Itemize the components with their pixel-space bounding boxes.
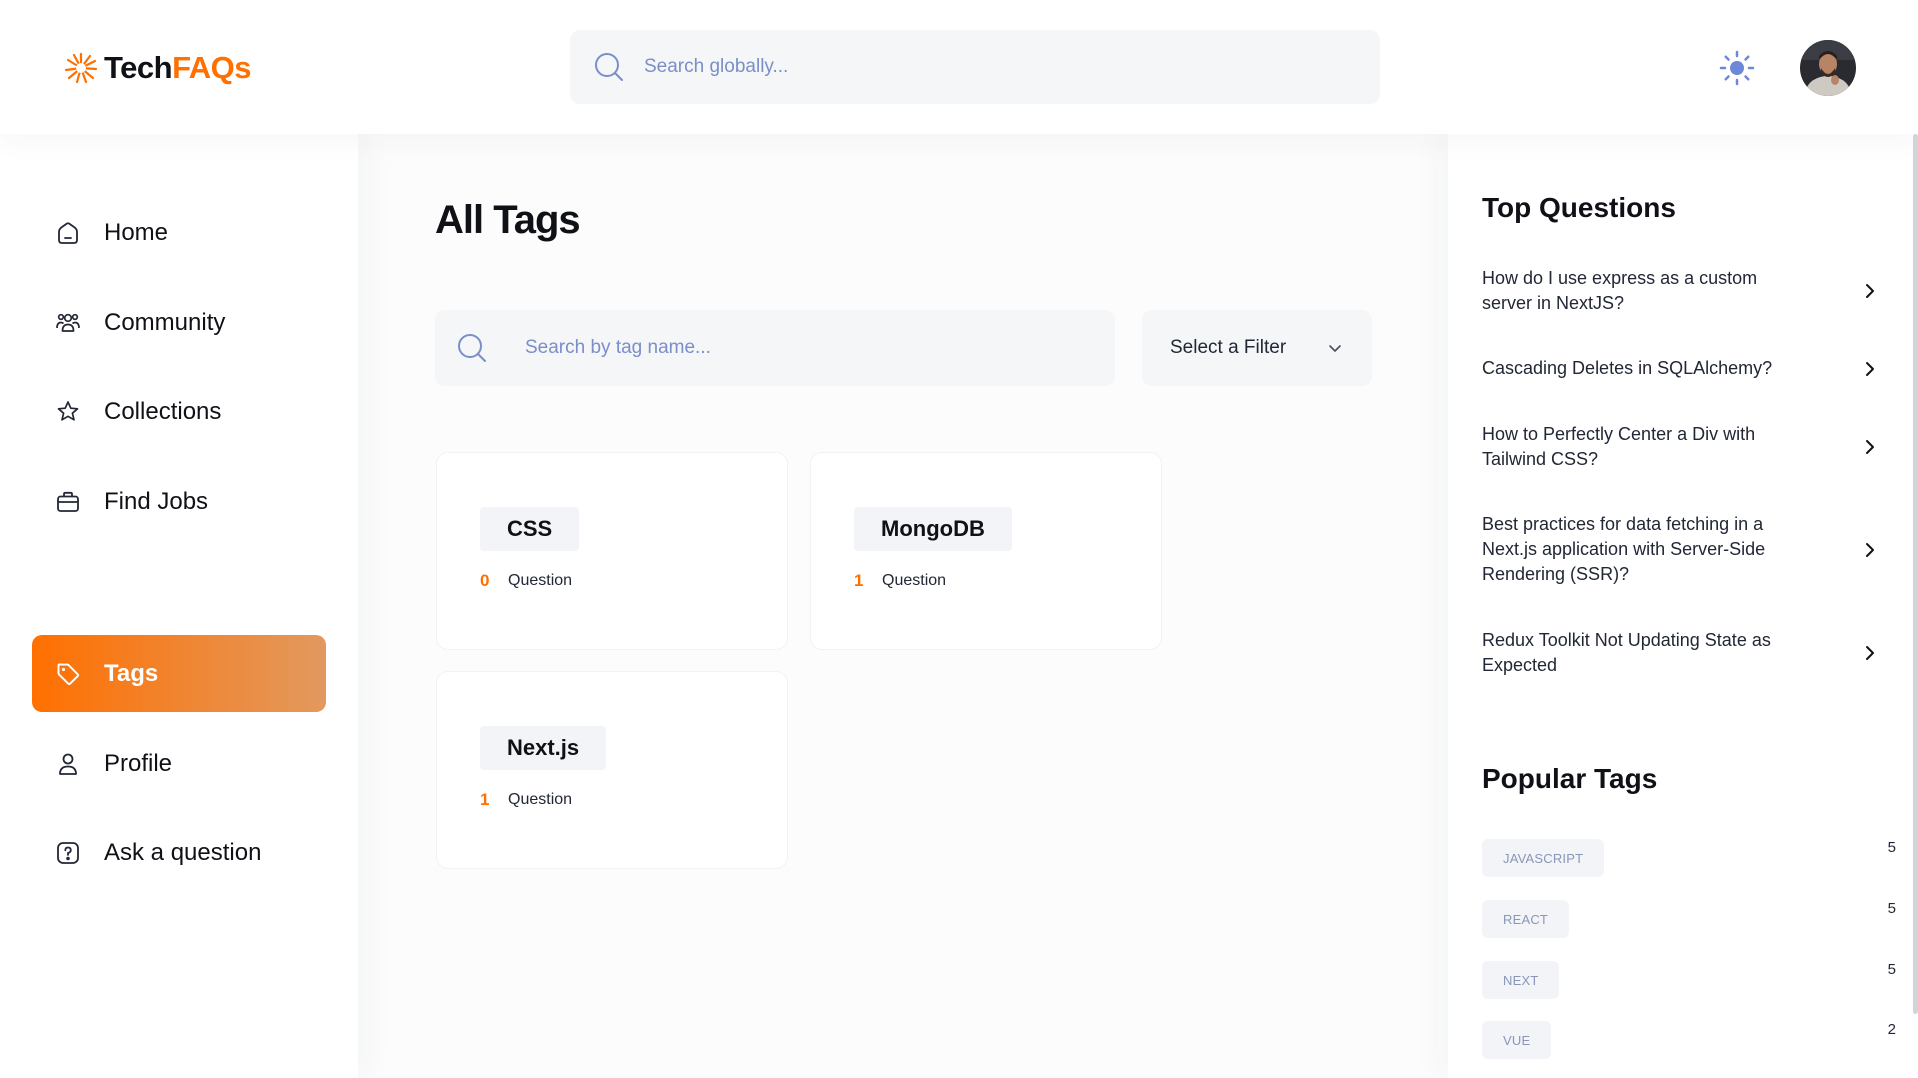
popular-tag[interactable]: NEXT [1482, 961, 1560, 999]
chevron-right-icon [1866, 440, 1874, 454]
chevron-right-icon [1866, 284, 1874, 298]
tag-search-input[interactable] [525, 337, 1085, 359]
sidebar-item-ask-question[interactable]: Ask a question [32, 814, 326, 891]
tag-question-label: Question [508, 572, 573, 589]
tag-card-mongodb[interactable]: MongoDB 1 Question [810, 452, 1162, 650]
chevron-right-icon [1866, 646, 1874, 660]
top-question-item[interactable]: Best practices for data fetching in a Ne… [1482, 512, 1882, 587]
left-sidebar: Home Community Collections Find Jobs Tag… [0, 134, 358, 1078]
sun-icon [1719, 50, 1755, 86]
question-text: How do I use express as a custom server … [1482, 268, 1758, 313]
top-question-item[interactable]: How do I use express as a custom server … [1482, 266, 1882, 316]
question-text: Redux Toolkit Not Updating State as Expe… [1482, 630, 1771, 675]
briefcase-icon [54, 488, 82, 516]
tag-name: MongoDB [854, 507, 1012, 551]
tag-question-count: 1 [480, 790, 490, 809]
sidebar-item-label: Collections [104, 397, 222, 425]
user-icon [54, 750, 82, 778]
chevron-right-icon [1866, 542, 1874, 557]
tag-card-css[interactable]: CSS 0 Question [436, 452, 788, 650]
star-icon [54, 398, 82, 426]
sidebar-item-label: Profile [104, 749, 173, 777]
sidebar-item-community[interactable]: Community [32, 284, 326, 361]
search-icon [595, 53, 623, 81]
sidebar-item-tags[interactable]: Tags [32, 635, 326, 712]
question-text: Cascading Deletes in SQLAlchemy? [1482, 358, 1773, 378]
tag-count-row: 0 Question [480, 571, 572, 591]
popular-tag-count: 2 [1887, 1021, 1896, 1038]
tag-count-row: 1 Question [854, 571, 946, 591]
global-search[interactable] [570, 30, 1380, 104]
page-title: All Tags [435, 198, 581, 242]
sidebar-item-home[interactable]: Home [32, 194, 326, 271]
question-text: How to Perfectly Center a Div with Tailw… [1482, 424, 1756, 469]
tag-question-count: 0 [480, 571, 490, 590]
right-sidebar: Top Questions How do I use express as a … [1448, 134, 1918, 1078]
avatar[interactable] [1800, 40, 1856, 96]
global-search-input[interactable] [644, 56, 1344, 78]
sidebar-item-label: Community [104, 308, 226, 336]
filter-label: Select a Filter [1170, 337, 1287, 358]
top-question-item[interactable]: Cascading Deletes in SQLAlchemy? [1482, 356, 1882, 381]
question-icon [54, 839, 82, 867]
logo-text-faqs: FAQs [172, 50, 252, 85]
search-icon [458, 334, 486, 362]
popular-tag-count: 5 [1887, 961, 1896, 978]
tag-count-row: 1 Question [480, 790, 572, 810]
top-question-item[interactable]: Redux Toolkit Not Updating State as Expe… [1482, 628, 1882, 678]
popular-tag[interactable]: JAVASCRIPT [1482, 839, 1605, 877]
sidebar-item-find-jobs[interactable]: Find Jobs [32, 463, 326, 540]
tag-card-nextjs[interactable]: Next.js 1 Question [436, 671, 788, 869]
page-scrollbar[interactable] [1913, 134, 1918, 1014]
popular-tag[interactable]: VUE [1482, 1021, 1552, 1059]
sidebar-item-label: Tags [104, 659, 159, 687]
users-icon [54, 309, 82, 337]
top-navbar: TechFAQs [0, 0, 1918, 134]
popular-tags-title: Popular Tags [1482, 763, 1658, 794]
logo-icon [64, 52, 98, 84]
sidebar-item-label: Find Jobs [104, 487, 209, 515]
logo-text: TechFAQs [104, 50, 252, 86]
chevron-down-icon [1329, 345, 1341, 352]
filter-select[interactable]: Select a Filter [1142, 310, 1372, 386]
popular-tag-count: 5 [1887, 839, 1896, 856]
tag-search[interactable] [435, 310, 1115, 386]
sidebar-item-profile[interactable]: Profile [32, 725, 326, 802]
tag-name: Next.js [480, 726, 607, 770]
sidebar-item-label: Home [104, 218, 169, 246]
sidebar-item-collections[interactable]: Collections [32, 373, 326, 450]
top-questions-title: Top Questions [1482, 192, 1676, 223]
tag-icon [54, 660, 82, 688]
chevron-right-icon [1866, 361, 1874, 376]
sidebar-item-label: Ask a question [104, 838, 262, 866]
tag-question-label: Question [508, 791, 573, 808]
home-icon [54, 219, 82, 247]
tag-question-label: Question [882, 572, 947, 589]
question-text: Best practices for data fetching in a Ne… [1482, 514, 1766, 584]
popular-tag-count: 5 [1887, 900, 1896, 917]
tag-question-count: 1 [854, 571, 864, 590]
main-content: All Tags Select a Filter CSS 0 Question … [358, 134, 1448, 1078]
popular-tag[interactable]: REACT [1482, 900, 1570, 938]
logo[interactable]: TechFAQs [64, 48, 252, 88]
theme-toggle[interactable] [1719, 50, 1755, 86]
top-question-item[interactable]: How to Perfectly Center a Div with Tailw… [1482, 422, 1882, 472]
tag-name: CSS [480, 507, 580, 551]
logo-text-tech: Tech [104, 50, 173, 85]
avatar-image [1800, 40, 1856, 96]
